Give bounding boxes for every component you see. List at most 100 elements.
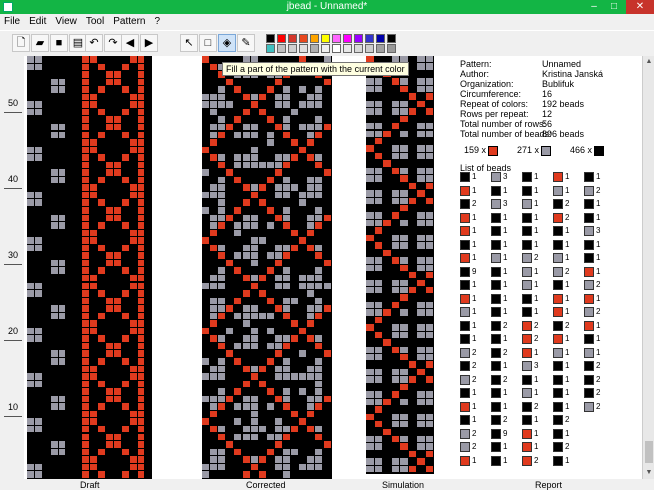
bead-list-swatch	[584, 199, 594, 209]
bead-cell	[82, 191, 90, 199]
scroll-right-button[interactable]: ▶	[140, 34, 158, 52]
bead-list-swatch	[491, 212, 501, 223]
palette-color-swatch[interactable]	[310, 34, 319, 43]
palette-color-swatch[interactable]	[354, 34, 363, 43]
close-button[interactable]: ✕	[626, 0, 654, 14]
scroll-left-button[interactable]: ◀	[121, 34, 139, 52]
menu-edit[interactable]: Edit	[25, 14, 51, 27]
undo-button[interactable]: ↶	[85, 34, 103, 52]
palette-color-swatch[interactable]	[288, 34, 297, 43]
corrected-grid[interactable]	[202, 56, 332, 479]
palette-color-swatch[interactable]	[365, 34, 374, 43]
bead-cell	[400, 257, 408, 264]
bead-cell	[210, 456, 218, 463]
palette-color-swatch[interactable]	[266, 44, 275, 53]
bead-cell	[400, 398, 408, 406]
bead-list-count: 1	[503, 266, 508, 276]
bead-cell	[129, 229, 137, 237]
bead-list-swatch	[522, 239, 532, 250]
bead-list-count: 2	[596, 374, 601, 384]
bead-cell	[218, 335, 226, 342]
select-tool-button[interactable]: ↖	[180, 34, 198, 52]
pencil-tool-button[interactable]: ✎	[237, 34, 255, 52]
bead-cell	[417, 354, 425, 361]
bead-cell	[58, 395, 66, 403]
palette-color-swatch[interactable]	[332, 44, 341, 53]
palette-color-swatch[interactable]	[332, 34, 341, 43]
menu-file[interactable]: File	[0, 14, 25, 27]
palette-color-swatch[interactable]	[321, 34, 330, 43]
palette-color-swatch[interactable]	[365, 44, 374, 53]
bead-cell	[58, 350, 66, 357]
bead-cell	[374, 219, 382, 227]
bead-list-swatch	[553, 361, 563, 371]
bead-cell	[27, 237, 34, 244]
bead-list-swatch	[584, 253, 594, 263]
palette-color-swatch[interactable]	[387, 44, 396, 53]
bead-cell	[400, 167, 408, 175]
fill-tool-button[interactable]: ◈	[218, 34, 236, 52]
simulation-grid[interactable]	[366, 56, 434, 474]
bead-cell	[129, 237, 137, 244]
bead-list-count: 1	[534, 428, 539, 438]
bead-cell	[137, 169, 145, 176]
bead-cell	[408, 465, 416, 473]
bead-cell	[234, 229, 242, 237]
bead-cell	[106, 116, 113, 123]
bead-list-count: 1	[596, 293, 601, 303]
redo-button[interactable]: ↷	[104, 34, 122, 52]
bead-cell	[323, 123, 331, 131]
bead-cell	[250, 252, 258, 259]
rectangle-tool-button[interactable]: □	[199, 34, 217, 52]
bead-cell	[307, 184, 315, 191]
draft-grid[interactable]	[27, 56, 153, 479]
palette-color-swatch[interactable]	[376, 34, 385, 43]
bead-list-swatch	[584, 334, 594, 344]
bead-cell	[137, 139, 145, 146]
bead-cell	[274, 342, 282, 350]
scroll-up-icon[interactable]: ▲	[643, 56, 654, 68]
bead-cell	[283, 267, 291, 274]
bead-cell	[218, 222, 226, 229]
palette-color-swatch[interactable]	[321, 44, 330, 53]
bead-cell	[129, 101, 137, 108]
palette-color-swatch[interactable]	[387, 34, 396, 43]
bead-cell	[417, 85, 425, 93]
palette-color-swatch[interactable]	[354, 44, 363, 53]
menu-help[interactable]: ?	[150, 14, 165, 27]
bead-cell	[366, 197, 374, 204]
scroll-down-icon[interactable]: ▼	[643, 467, 654, 479]
palette-color-swatch[interactable]	[266, 34, 275, 43]
save-button[interactable]: ■	[50, 34, 68, 52]
bead-list-count: 1	[565, 334, 570, 343]
bead-cell	[250, 131, 258, 139]
menu-pattern[interactable]: Pattern	[109, 14, 150, 27]
bead-cell	[299, 274, 307, 282]
palette-color-swatch[interactable]	[343, 34, 352, 43]
palette-color-swatch[interactable]	[310, 44, 319, 53]
title-bar: jbead - Unnamed* – □ ✕	[0, 0, 654, 14]
palette-color-swatch[interactable]	[299, 34, 308, 43]
palette-color-swatch[interactable]	[277, 44, 286, 53]
palette-color-swatch[interactable]	[288, 44, 297, 53]
minimize-button[interactable]: –	[584, 0, 604, 14]
bead-list-swatch	[491, 226, 501, 236]
vertical-scrollbar[interactable]: ▲ ▼	[642, 56, 654, 479]
bead-cell	[323, 282, 331, 290]
palette-color-swatch[interactable]	[277, 34, 286, 43]
bead-cell	[366, 145, 374, 152]
new-button[interactable]: 🗋	[12, 34, 30, 52]
bead-cell	[218, 123, 226, 131]
bead-cell	[226, 169, 234, 176]
open-button[interactable]: ▰	[31, 34, 49, 52]
menu-tool[interactable]: Tool	[82, 14, 109, 27]
bead-cell	[400, 324, 408, 331]
bead-cell	[307, 131, 315, 139]
palette-color-swatch[interactable]	[376, 44, 385, 53]
menu-view[interactable]: View	[51, 14, 82, 27]
palette-color-swatch[interactable]	[343, 44, 352, 53]
scroll-thumb[interactable]	[645, 441, 653, 463]
maximize-button[interactable]: □	[604, 0, 624, 14]
palette-color-swatch[interactable]	[299, 44, 308, 53]
bead-cell	[137, 448, 145, 456]
